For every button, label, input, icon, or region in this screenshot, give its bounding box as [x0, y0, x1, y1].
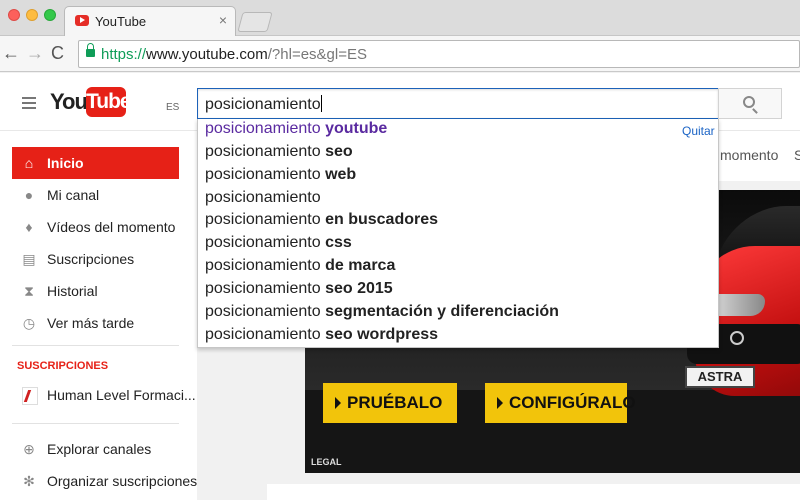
- tab-title: YouTube: [95, 14, 147, 29]
- suggestion-item[interactable]: posicionamiento seo wordpress: [205, 326, 438, 344]
- sidebar-item-label: Mi canal: [47, 187, 100, 203]
- browser-titlebar: YouTube ×: [0, 0, 800, 36]
- sidebar-item-label: Vídeos del momento: [47, 219, 176, 235]
- gear-icon: ✻: [23, 473, 35, 489]
- sidebar-item-videos-del-momento[interactable]: ♦ Vídeos del momento: [12, 211, 179, 243]
- search-suggestions: Quitar posicionamiento youtube posiciona…: [197, 119, 719, 348]
- suggestion-item[interactable]: posicionamiento youtube: [205, 120, 387, 138]
- address-bar[interactable]: https://www.youtube.com/?hl=es&gl=ES: [78, 40, 800, 68]
- search-icon: [743, 96, 755, 108]
- subscriptions-icon: ▤: [22, 251, 36, 267]
- tab-del-momento[interactable]: momento: [720, 147, 778, 163]
- sidebar-item-label: Suscripciones: [47, 251, 135, 267]
- ad-pruebalo-button[interactable]: PRUÉBALO: [323, 383, 457, 423]
- tab-close-icon[interactable]: ×: [219, 12, 227, 28]
- maximize-window-button[interactable]: [44, 9, 56, 21]
- browser-toolbar: ← → C https://www.youtube.com/?hl=es&gl=…: [0, 36, 800, 72]
- suggestion-item[interactable]: posicionamiento segmentación y diferenci…: [205, 303, 559, 321]
- url-text[interactable]: https://www.youtube.com/?hl=es&gl=ES: [101, 46, 367, 63]
- tab-partial[interactable]: S: [794, 147, 800, 163]
- new-tab-button[interactable]: [237, 12, 273, 32]
- sidebar-item-organizar-suscripciones[interactable]: ✻ Organizar suscripciones: [12, 465, 197, 497]
- clock-icon: ◷: [22, 315, 36, 331]
- ad-legal-text: LEGAL: [311, 457, 342, 467]
- youtube-page: You Tube ES posicionamiento ⌂ Inicio ● M…: [0, 73, 800, 500]
- logo-tube-text: Tube: [86, 87, 132, 117]
- sidebar-item-inicio[interactable]: ⌂ Inicio: [12, 147, 179, 179]
- lock-icon: [86, 43, 95, 57]
- logo-country-code: ES: [166, 102, 180, 113]
- sidebar-divider: [12, 423, 179, 424]
- subscription-item[interactable]: Human Level Formaci...: [12, 379, 196, 411]
- search-input[interactable]: posicionamiento: [197, 88, 719, 119]
- subscription-label: Human Level Formaci...: [47, 387, 196, 403]
- remove-suggestion-link[interactable]: Quitar: [682, 124, 715, 138]
- search-button[interactable]: [718, 88, 782, 119]
- youtube-favicon-icon: [75, 15, 89, 26]
- sidebar: ⌂ Inicio ● Mi canal ♦ Vídeos del momento…: [0, 131, 197, 500]
- suggestion-item[interactable]: posicionamiento css: [205, 234, 352, 252]
- sidebar-item-label: Organizar suscripciones: [47, 473, 198, 489]
- sidebar-divider: [12, 345, 179, 346]
- sidebar-item-explorar-canales[interactable]: ⊕ Explorar canales: [12, 433, 179, 465]
- forward-arrow-icon[interactable]: →: [26, 43, 44, 64]
- ad-configuralo-button[interactable]: CONFIGÚRALO: [485, 383, 636, 423]
- content-card: [267, 484, 800, 500]
- sidebar-item-ver-mas-tarde[interactable]: ◷ Ver más tarde: [12, 307, 179, 339]
- url-scheme: https://: [101, 46, 147, 63]
- sidebar-item-suscripciones[interactable]: ▤ Suscripciones: [12, 243, 179, 275]
- url-host: www.youtube.com: [146, 46, 268, 63]
- suggestion-item[interactable]: posicionamiento de marca: [205, 257, 395, 275]
- sidebar-item-mi-canal[interactable]: ● Mi canal: [12, 179, 179, 211]
- suggestion-item[interactable]: posicionamiento seo: [205, 143, 353, 161]
- logo-you-text: You: [50, 89, 88, 114]
- account-icon: ●: [24, 187, 34, 203]
- close-window-button[interactable]: [8, 9, 20, 21]
- subscriptions-heading[interactable]: SUSCRIPCIONES: [17, 360, 108, 372]
- url-path: /?hl=es&gl=ES: [267, 46, 368, 63]
- suggestion-item[interactable]: posicionamiento en buscadores: [205, 211, 438, 229]
- flame-icon: ♦: [25, 219, 33, 235]
- home-icon: ⌂: [24, 155, 34, 171]
- menu-icon[interactable]: [22, 97, 36, 112]
- sidebar-item-label: Historial: [47, 283, 98, 299]
- back-arrow-icon[interactable]: ←: [2, 43, 20, 64]
- browser-tab-youtube[interactable]: YouTube ×: [64, 6, 236, 36]
- car-plate: ASTRA: [685, 366, 755, 388]
- reload-icon[interactable]: C: [51, 43, 64, 64]
- minimize-window-button[interactable]: [26, 9, 38, 21]
- sidebar-item-label: Ver más tarde: [47, 315, 135, 331]
- search-input-value: posicionamiento: [205, 95, 322, 114]
- channel-avatar: [22, 387, 38, 405]
- sidebar-item-label: Inicio: [47, 155, 84, 171]
- hourglass-icon: ⧗: [24, 283, 34, 299]
- suggestion-item[interactable]: posicionamiento: [205, 189, 321, 207]
- plus-circle-icon: ⊕: [23, 441, 35, 457]
- search-query: posicionamiento: [205, 96, 321, 113]
- sidebar-item-label: Explorar canales: [47, 441, 152, 457]
- suggestion-item[interactable]: posicionamiento web: [205, 166, 356, 184]
- suggestion-item[interactable]: posicionamiento seo 2015: [205, 280, 393, 298]
- sidebar-item-historial[interactable]: ⧗ Historial: [12, 275, 179, 307]
- text-caret: [320, 95, 322, 112]
